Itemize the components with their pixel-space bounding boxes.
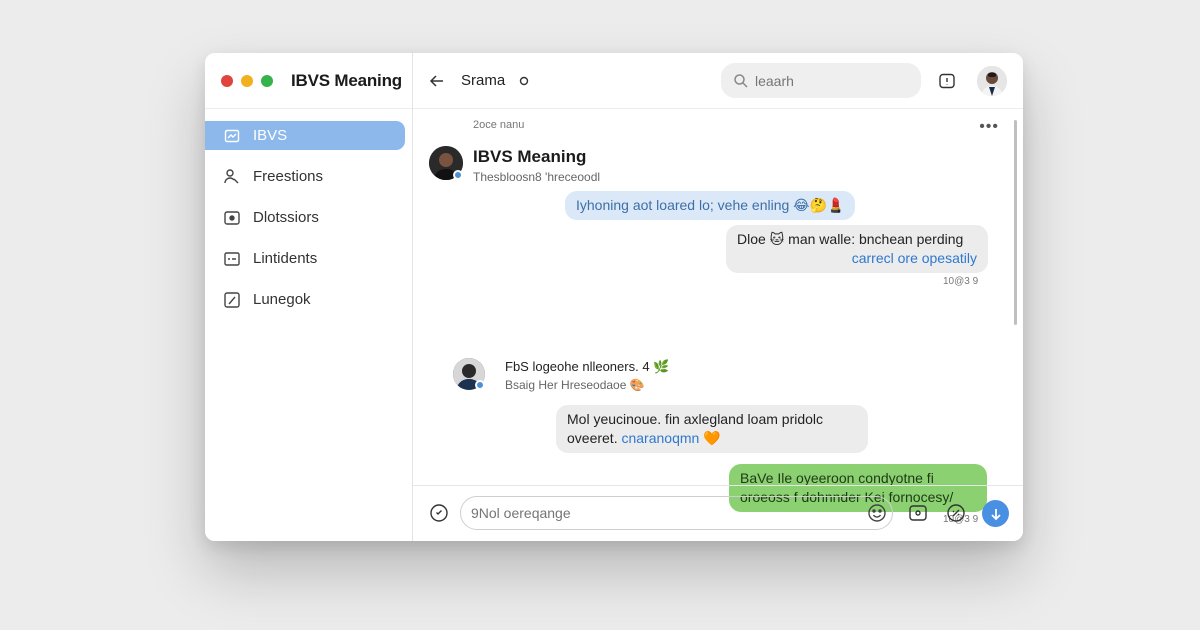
user-avatar[interactable] (977, 66, 1007, 96)
sidebar-item-ibvs[interactable]: IBVS (205, 121, 405, 150)
message-text: oveeret. (567, 430, 618, 446)
circle-icon[interactable] (519, 76, 529, 86)
image-icon[interactable] (907, 502, 929, 524)
bell-icon[interactable] (937, 71, 957, 91)
online-indicator (453, 170, 463, 180)
message-input-box[interactable] (460, 496, 893, 530)
user-icon (223, 168, 241, 186)
sidebar-nav: IBVS Freestions Dlotssiors Lintidents Lu… (205, 109, 412, 314)
sidebar-item-label: Dlotssiors (253, 209, 319, 226)
chart-icon (223, 127, 241, 145)
online-indicator (475, 380, 485, 390)
record-icon (223, 209, 241, 227)
search-icon (733, 73, 749, 89)
edit-icon (223, 291, 241, 309)
titlebar: IBVS Meaning (205, 53, 412, 109)
maximize-window-button[interactable] (261, 74, 273, 87)
message-list: 2oce nanu ••• IBVS Meaning Thesbloosn8 '… (413, 110, 1023, 525)
sender-subtitle: Bsaig Her Hreseodaoe 🎨 (505, 378, 645, 392)
chat-title: Srama (461, 72, 506, 89)
message-bubble[interactable]: Mol yeucinoue. fin axlegland loam pridol… (556, 405, 868, 453)
send-button[interactable] (982, 500, 1009, 527)
chat-header: Srama (413, 53, 1023, 109)
arrow-down-icon (989, 507, 1003, 521)
message-text: Mol yeucinoue. fin axlegland loam pridol… (567, 411, 824, 427)
message-time: 10@3 9 (943, 276, 979, 287)
composer (413, 485, 1023, 541)
emoji-icon[interactable] (866, 502, 888, 524)
message-input[interactable] (471, 505, 851, 521)
link-icon[interactable] (945, 502, 967, 524)
more-horizontal-icon[interactable]: ••• (979, 118, 999, 136)
chat-panel: Srama 2oce nanu ••• (413, 53, 1023, 541)
sidebar-item-label: Freestions (253, 168, 324, 185)
message-text: Dloe 🐱 man walle: bnchean perding (737, 231, 964, 247)
app-title: IBVS Meaning (291, 70, 402, 90)
message-icon (223, 250, 241, 268)
sender-name: IBVS Meaning (473, 147, 587, 166)
message-bubble[interactable]: Dloe 🐱 man walle: bnchean perding carrec… (726, 225, 988, 273)
sidebar: IBVS Meaning IBVS Freestions Dlotssiors (205, 53, 413, 541)
sidebar-item-dlotssiors[interactable]: Dlotssiors (205, 203, 412, 232)
compass-icon[interactable] (428, 502, 450, 524)
message-text: Iyhoning aot loared lo; vehe enling 😂🤔💄 (576, 197, 845, 213)
scrollbar[interactable] (1014, 120, 1017, 325)
window-controls (221, 74, 273, 87)
timestamp: 2oce nanu (473, 119, 525, 131)
close-window-button[interactable] (221, 74, 233, 87)
sidebar-item-label: Lunegok (253, 291, 311, 308)
search-bar[interactable] (721, 63, 921, 98)
sidebar-item-label: IBVS (253, 127, 288, 144)
sidebar-item-label: Lintidents (253, 250, 318, 267)
sidebar-item-lunegok[interactable]: Lunegok (205, 285, 412, 314)
message-text: carrecl ore opesatily (851, 250, 977, 266)
search-input[interactable] (755, 72, 905, 89)
minimize-window-button[interactable] (241, 74, 253, 87)
sidebar-item-lintidents[interactable]: Lintidents (205, 244, 412, 273)
app-window: IBVS Meaning IBVS Freestions Dlotssiors (205, 53, 1023, 541)
sidebar-item-freestions[interactable]: Freestions (205, 162, 412, 191)
arrow-left-icon[interactable] (427, 71, 447, 91)
sender-name: FbS logeohe nlleoners. 4 🌿 (505, 359, 670, 374)
message-bubble[interactable]: Iyhoning aot loared lo; vehe enling 😂🤔💄 (565, 191, 856, 220)
sender-subtitle: Thesbloosn8 'hreceoodl (473, 170, 601, 184)
message-text: cnaranoqmn 🧡 (621, 430, 721, 446)
